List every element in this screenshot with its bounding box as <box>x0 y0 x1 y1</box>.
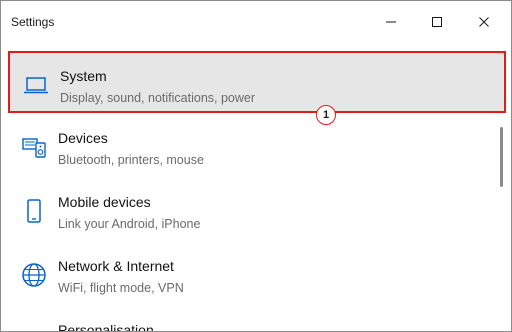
maximize-button[interactable] <box>423 9 451 35</box>
window-title: Settings <box>11 15 55 29</box>
settings-item-network-internet[interactable]: Network & Internet WiFi, flight mode, VP… <box>8 243 506 305</box>
settings-item-description: Link your Android, iPhone <box>58 217 201 231</box>
minimize-icon <box>386 21 396 23</box>
settings-item-mobile-devices[interactable]: Mobile devices Link your Android, iPhone <box>8 179 506 241</box>
minimize-button[interactable] <box>377 9 405 35</box>
settings-item-label: Network & Internet <box>58 258 174 274</box>
settings-window: Settings System Display, sound, notifica… <box>0 0 512 332</box>
settings-item-description: WiFi, flight mode, VPN <box>58 281 184 295</box>
settings-list: System Display, sound, notifications, po… <box>1 43 511 331</box>
scrollbar[interactable] <box>500 127 503 187</box>
settings-item-devices[interactable]: Devices Bluetooth, printers, mouse <box>8 115 506 177</box>
phone-icon <box>27 199 41 223</box>
settings-item-label: Mobile devices <box>58 194 151 210</box>
title-bar: Settings <box>1 1 511 43</box>
globe-icon <box>22 263 46 287</box>
maximize-icon <box>432 17 442 27</box>
settings-item-label: Devices <box>58 130 108 146</box>
devices-icon <box>22 138 46 158</box>
close-button[interactable] <box>470 9 498 35</box>
close-icon <box>479 17 489 27</box>
laptop-icon <box>24 77 48 94</box>
settings-item-label: System <box>60 68 107 84</box>
settings-item-description: Display, sound, notifications, power <box>60 91 256 105</box>
settings-item-system[interactable]: System Display, sound, notifications, po… <box>8 51 506 113</box>
step-number-badge: 1 <box>316 105 336 125</box>
settings-item-personalisation-partial[interactable]: Personalisation <box>58 322 154 331</box>
settings-item-description: Bluetooth, printers, mouse <box>58 153 204 167</box>
